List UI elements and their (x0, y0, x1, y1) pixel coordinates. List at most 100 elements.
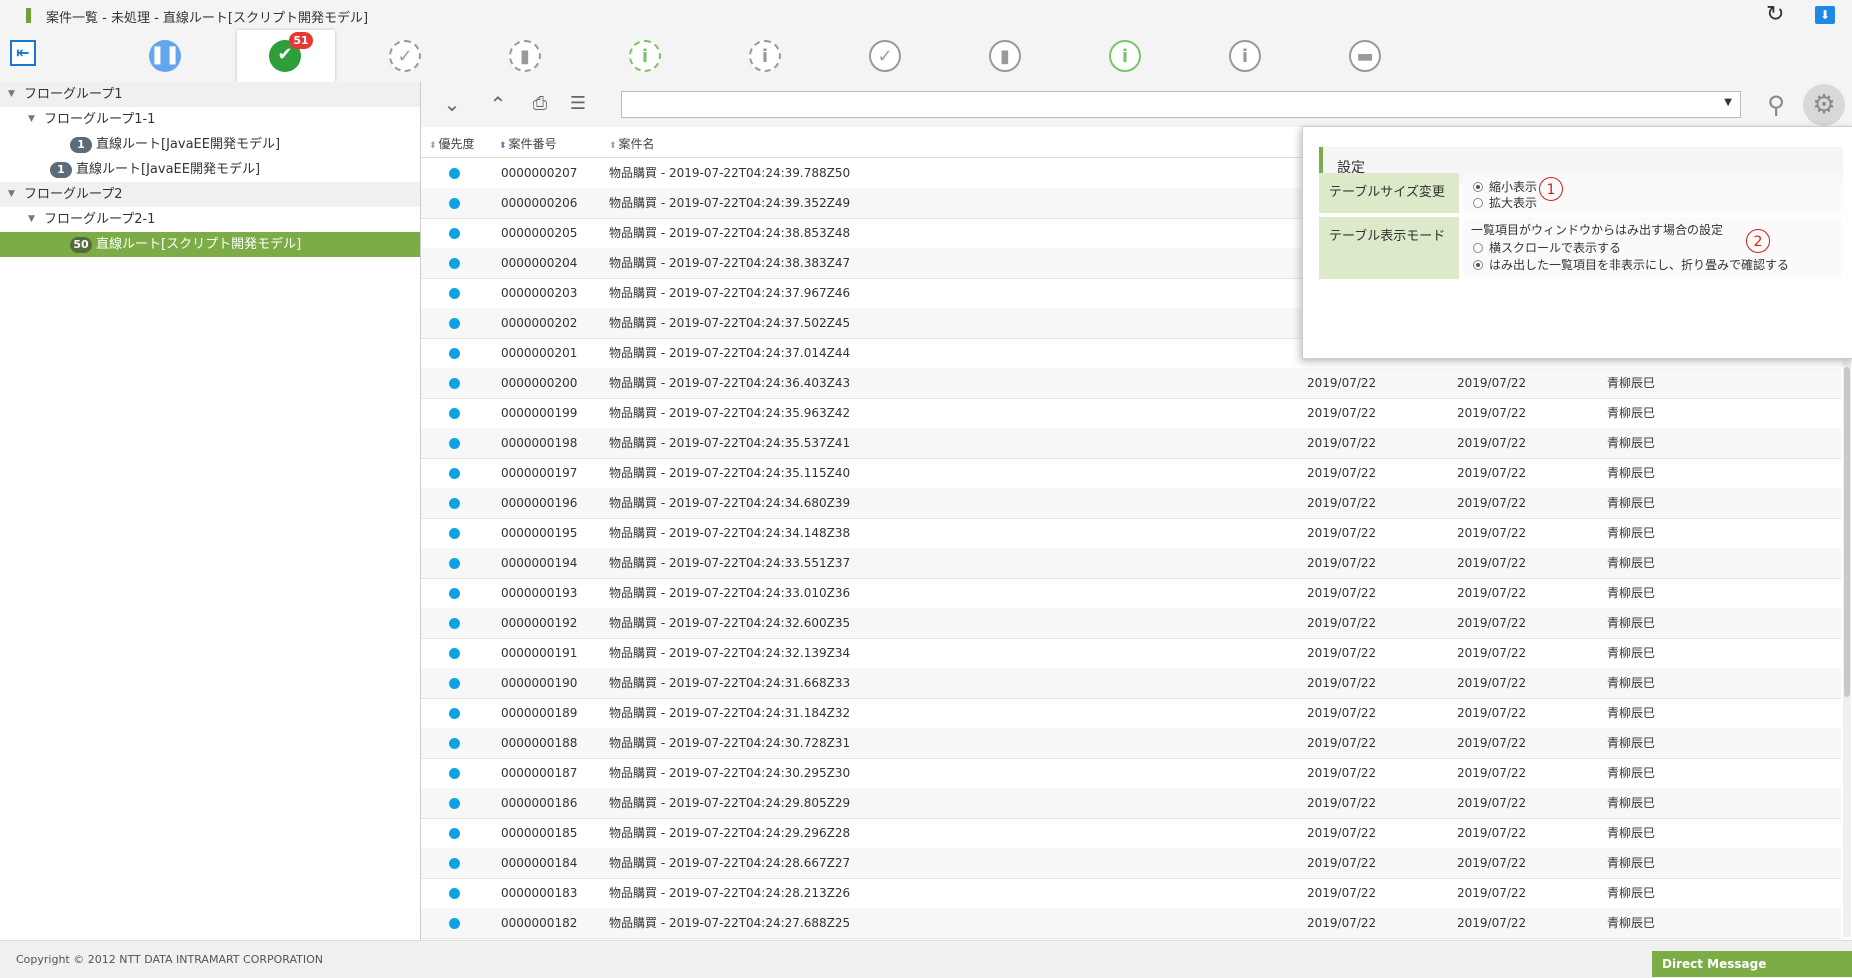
header-name[interactable]: ⬍ 案件名 (609, 135, 655, 152)
cell-name[interactable]: 物品購買 - 2019-07-22T04:24:33.010Z36 (609, 578, 850, 608)
gear-icon[interactable]: ⚙ (1803, 84, 1845, 126)
cell-name[interactable]: 物品購買 - 2019-07-22T04:24:29.296Z28 (609, 818, 850, 848)
cell-name[interactable]: 物品購買 - 2019-07-22T04:24:37.014Z44 (609, 338, 850, 368)
table-row[interactable]: 0000000194 物品購買 - 2019-07-22T04:24:33.551… (421, 548, 1841, 579)
cell-name[interactable]: 物品購買 - 2019-07-22T04:24:35.537Z41 (609, 428, 850, 458)
tab-pause[interactable]: ❚❚ (117, 30, 215, 82)
tree-item-route[interactable]: 1 直線ルート[JavaEE開発モデル] (0, 157, 420, 182)
search-icon[interactable]: ⚲ (1759, 88, 1793, 122)
table-row[interactable]: 0000000190 物品購買 - 2019-07-22T04:24:31.668… (421, 668, 1841, 699)
table-row[interactable]: 0000000191 物品購買 - 2019-07-22T04:24:32.139… (421, 638, 1841, 669)
mode-fold-radio[interactable] (1473, 260, 1483, 270)
cell-user: 青柳辰巳 (1607, 436, 1656, 450)
print-refresh-icon[interactable]: ⎙ (523, 90, 557, 118)
tree-item-group[interactable]: ▼ フローグループ1-1 (0, 107, 420, 132)
table-row[interactable]: 0000000182 物品購買 - 2019-07-22T04:24:27.688… (421, 908, 1841, 939)
mode-fold-option[interactable]: はみ出した一覧項目を非表示にし、折り畳みで確認する (1473, 256, 1789, 273)
tab-trash-outline[interactable]: ▮ (477, 30, 575, 82)
cell-name[interactable]: 物品購買 - 2019-07-22T04:24:37.502Z45 (609, 308, 850, 338)
header-number[interactable]: ⬍ 案件番号 (499, 135, 557, 152)
tab-folder[interactable]: ▬ (1317, 30, 1415, 82)
cell-name[interactable]: 物品購買 - 2019-07-22T04:24:34.148Z38 (609, 518, 850, 548)
cell-name[interactable]: 物品購買 - 2019-07-22T04:24:35.963Z42 (609, 398, 850, 428)
table-row[interactable]: 0000000185 物品購買 - 2019-07-22T04:24:29.296… (421, 818, 1841, 849)
mode-scroll-radio[interactable] (1473, 243, 1483, 253)
scrollbar-thumb[interactable] (1844, 367, 1850, 697)
cell-name[interactable]: 物品購買 - 2019-07-22T04:24:27.688Z25 (609, 908, 850, 938)
expand-all-icon[interactable]: ⌄ (435, 90, 469, 118)
cell-name[interactable]: 物品購買 - 2019-07-22T04:24:39.352Z49 (609, 188, 850, 218)
tree-item-group[interactable]: ▼ フローグループ2 (0, 182, 420, 207)
tab-trash-solid[interactable]: ▮ (957, 30, 1055, 82)
tree-item-group[interactable]: ▼ フローグループ1 (0, 82, 420, 107)
tab-check-solid[interactable]: ✓ (837, 30, 935, 82)
tree-expand-icon[interactable]: ▼ (28, 107, 35, 132)
tab-info-outline[interactable]: i (717, 30, 815, 82)
size-large-option[interactable]: 拡大表示 (1473, 194, 1537, 211)
cell-name[interactable]: 物品購買 - 2019-07-22T04:24:30.728Z31 (609, 728, 850, 758)
size-small-option[interactable]: 縮小表示 (1473, 178, 1537, 195)
cell-name[interactable]: 物品購買 - 2019-07-22T04:24:34.680Z39 (609, 488, 850, 518)
info-outline-icon: i (749, 40, 781, 72)
cell-date-1: 2019/07/22 (1307, 646, 1377, 660)
header-priority[interactable]: ⬍ 優先度 (429, 135, 475, 152)
table-row[interactable]: 0000000197 物品購買 - 2019-07-22T04:24:35.115… (421, 458, 1841, 489)
cell-name[interactable]: 物品購買 - 2019-07-22T04:24:36.403Z43 (609, 368, 850, 398)
tab-check[interactable]: ✔ 51 (237, 30, 335, 82)
refresh-icon[interactable]: ↻ (1766, 4, 1784, 26)
tree-expand-icon[interactable]: ▼ (28, 207, 35, 232)
tab-info-solid-green[interactable]: i (1077, 30, 1175, 82)
table-row[interactable]: 0000000198 物品購買 - 2019-07-22T04:24:35.537… (421, 428, 1841, 459)
column-list-icon[interactable]: ☰ (561, 90, 595, 118)
cell-name[interactable]: 物品購買 - 2019-07-22T04:24:32.139Z34 (609, 638, 850, 668)
search-condition-select[interactable]: ▼ (621, 91, 1741, 118)
table-row[interactable]: 0000000199 物品購買 - 2019-07-22T04:24:35.963… (421, 398, 1841, 429)
tree-item-group[interactable]: ▼ フローグループ2-1 (0, 207, 420, 232)
collapse-sidebar-icon[interactable]: ⇤ (10, 40, 36, 66)
cell-name[interactable]: 物品購買 - 2019-07-22T04:24:28.213Z26 (609, 878, 850, 908)
direct-message-button[interactable]: Direct Message (1652, 951, 1852, 977)
cell-name[interactable]: 物品購買 - 2019-07-22T04:24:39.788Z50 (609, 158, 850, 188)
tree-expand-icon[interactable]: ▼ (8, 82, 15, 107)
cell-name[interactable]: 物品購買 - 2019-07-22T04:24:38.853Z48 (609, 218, 850, 248)
tab-info-outline-green[interactable]: i (597, 30, 695, 82)
collapse-all-icon[interactable]: ⌃ (481, 90, 515, 118)
table-row[interactable]: 0000000200 物品購買 - 2019-07-22T04:24:36.403… (421, 368, 1841, 399)
cell-number: 0000000204 (501, 256, 578, 270)
table-row[interactable]: 0000000195 物品購買 - 2019-07-22T04:24:34.148… (421, 518, 1841, 549)
table-row[interactable]: 0000000184 物品購買 - 2019-07-22T04:24:28.667… (421, 848, 1841, 879)
priority-dot-icon (449, 228, 460, 239)
cell-user: 青柳辰巳 (1607, 826, 1656, 840)
cell-name[interactable]: 物品購買 - 2019-07-22T04:24:30.295Z30 (609, 758, 850, 788)
cell-date-1: 2019/07/22 (1307, 376, 1377, 390)
table-row[interactable]: 0000000188 物品購買 - 2019-07-22T04:24:30.728… (421, 728, 1841, 759)
tree-item-route[interactable]: 1 直線ルート[JavaEE開発モデル] (0, 132, 420, 157)
cell-number: 0000000187 (501, 766, 578, 780)
cell-name[interactable]: 物品購買 - 2019-07-22T04:24:37.967Z46 (609, 278, 850, 308)
size-small-radio[interactable] (1473, 182, 1483, 192)
tab-info-solid[interactable]: i (1197, 30, 1295, 82)
cell-date-2: 2019/07/22 (1457, 496, 1527, 510)
cell-name[interactable]: 物品購買 - 2019-07-22T04:24:29.805Z29 (609, 788, 850, 818)
table-row[interactable]: 0000000192 物品購買 - 2019-07-22T04:24:32.600… (421, 608, 1841, 639)
cell-date-1: 2019/07/22 (1307, 436, 1377, 450)
download-icon[interactable]: ⬇ (1815, 6, 1835, 24)
cell-name[interactable]: 物品購買 - 2019-07-22T04:24:38.383Z47 (609, 248, 850, 278)
tree-expand-icon[interactable]: ▼ (8, 182, 15, 207)
table-row[interactable]: 0000000183 物品購買 - 2019-07-22T04:24:28.213… (421, 878, 1841, 909)
cell-name[interactable]: 物品購買 - 2019-07-22T04:24:35.115Z40 (609, 458, 850, 488)
table-row[interactable]: 0000000186 物品購買 - 2019-07-22T04:24:29.805… (421, 788, 1841, 819)
table-row[interactable]: 0000000193 物品購買 - 2019-07-22T04:24:33.010… (421, 578, 1841, 609)
cell-name[interactable]: 物品購買 - 2019-07-22T04:24:31.184Z32 (609, 698, 850, 728)
cell-name[interactable]: 物品購買 - 2019-07-22T04:24:33.551Z37 (609, 548, 850, 578)
size-large-radio[interactable] (1473, 198, 1483, 208)
cell-name[interactable]: 物品購買 - 2019-07-22T04:24:31.668Z33 (609, 668, 850, 698)
cell-name[interactable]: 物品購買 - 2019-07-22T04:24:32.600Z35 (609, 608, 850, 638)
cell-name[interactable]: 物品購買 - 2019-07-22T04:24:28.667Z27 (609, 848, 850, 878)
mode-scroll-option[interactable]: 横スクロールで表示する (1473, 239, 1621, 256)
tree-item-route[interactable]: 50 直線ルート[スクリプト開発モデル] (0, 232, 420, 257)
table-row[interactable]: 0000000196 物品購買 - 2019-07-22T04:24:34.680… (421, 488, 1841, 519)
table-row[interactable]: 0000000187 物品購買 - 2019-07-22T04:24:30.295… (421, 758, 1841, 789)
tab-check-outline[interactable]: ✓ (357, 30, 455, 82)
table-row[interactable]: 0000000189 物品購買 - 2019-07-22T04:24:31.184… (421, 698, 1841, 729)
